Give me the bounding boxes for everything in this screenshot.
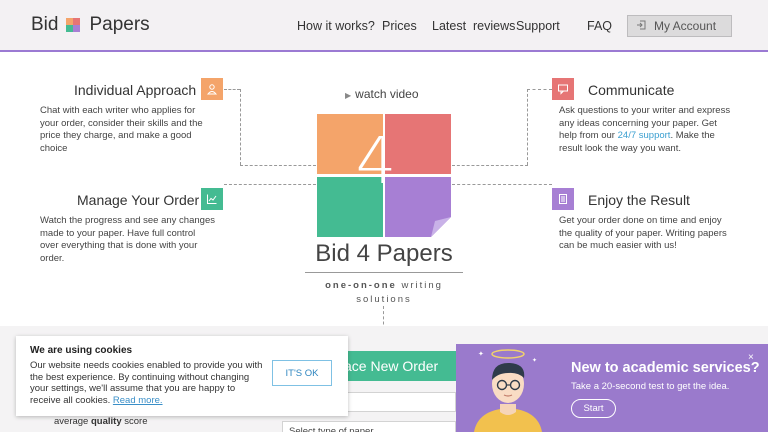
- sign-in-icon: [636, 20, 646, 33]
- connector-line: [527, 89, 552, 90]
- promo-title: New to academic services?: [571, 360, 760, 376]
- quality-bold: quality: [90, 416, 122, 427]
- quality-pre: average: [54, 416, 91, 427]
- quality-post: score: [121, 416, 148, 427]
- support-link[interactable]: 24/7 support: [618, 130, 671, 141]
- connector-line: [240, 89, 241, 165]
- feature-title-manage: Manage Your Order: [77, 192, 200, 208]
- site-header: Bid Papers How it works? Prices Latest r…: [0, 0, 768, 52]
- play-icon: ▶: [345, 91, 352, 100]
- connector-line: [224, 89, 240, 90]
- connector-line: [527, 89, 528, 165]
- cookie-title: We are using cookies: [30, 345, 133, 356]
- paper-type-select[interactable]: Select type of paper: [282, 421, 456, 432]
- feature-title-enjoy: Enjoy the Result: [588, 192, 690, 208]
- nav-prices[interactable]: Prices: [382, 19, 417, 33]
- feature-title-individual: Individual Approach: [74, 82, 197, 98]
- tagline-bold: one-on-one: [325, 280, 397, 291]
- logo-numeral: 4: [355, 125, 397, 199]
- place-order-button[interactable]: ace New Order: [340, 351, 456, 381]
- document-icon: [552, 188, 574, 210]
- svg-text:✦: ✦: [478, 350, 484, 358]
- logo[interactable]: Bid Papers: [31, 14, 150, 36]
- start-test-button[interactable]: Start: [571, 399, 616, 418]
- watch-video-label: watch video: [355, 87, 419, 101]
- cookie-banner: We are using cookies Our website needs c…: [16, 336, 348, 416]
- brand-name: Bid 4 Papers: [305, 240, 463, 273]
- feature-text-communicate: Ask questions to your writer and express…: [559, 105, 735, 155]
- cookie-text: Our website needs cookies enabled to pro…: [30, 360, 266, 406]
- feature-text-enjoy: Get your order done on time and enjoy th…: [559, 215, 727, 251]
- chart-icon: [201, 188, 223, 210]
- promo-subtitle: Take a 20-second test to get the idea.: [571, 381, 730, 392]
- connector-line: [452, 184, 552, 185]
- connector-line: [240, 165, 316, 166]
- feature-text-manage: Watch the progress and see any changes m…: [40, 215, 215, 264]
- quality-score-label: average quality score: [54, 416, 147, 427]
- nav-how-it-works[interactable]: How it works?: [297, 19, 375, 33]
- cookie-ok-button[interactable]: IT'S OK: [272, 360, 332, 386]
- close-icon[interactable]: ×: [748, 352, 754, 363]
- my-account-label: My Account: [654, 19, 717, 33]
- connector-line: [224, 184, 316, 185]
- nav-support[interactable]: Support: [516, 19, 560, 33]
- nav-latest-reviews[interactable]: Latest reviews: [432, 19, 515, 33]
- person-icon: [201, 78, 223, 100]
- student-avatar-icon: ✦ ✦: [474, 349, 542, 432]
- feature-text-individual: Chat with each writer who applies for yo…: [40, 105, 203, 154]
- promo-banner: ✦ ✦ New to academic services? Take a 20-…: [456, 344, 768, 432]
- feature-title-communicate: Communicate: [588, 82, 675, 98]
- logo-text-left: Bid: [31, 14, 59, 35]
- watch-video-link[interactable]: ▶ watch video: [345, 87, 419, 101]
- chat-icon: [552, 78, 574, 100]
- nav-faq[interactable]: FAQ: [587, 19, 612, 33]
- read-more-link[interactable]: Read more.: [113, 395, 163, 406]
- tagline: one-on-one writing solutions: [305, 279, 463, 307]
- connector-line: [452, 165, 528, 166]
- svg-text:✦: ✦: [532, 357, 537, 364]
- logo-text-right: Papers: [89, 14, 150, 35]
- my-account-button[interactable]: My Account: [627, 15, 732, 37]
- logo-mark-icon: [66, 18, 81, 32]
